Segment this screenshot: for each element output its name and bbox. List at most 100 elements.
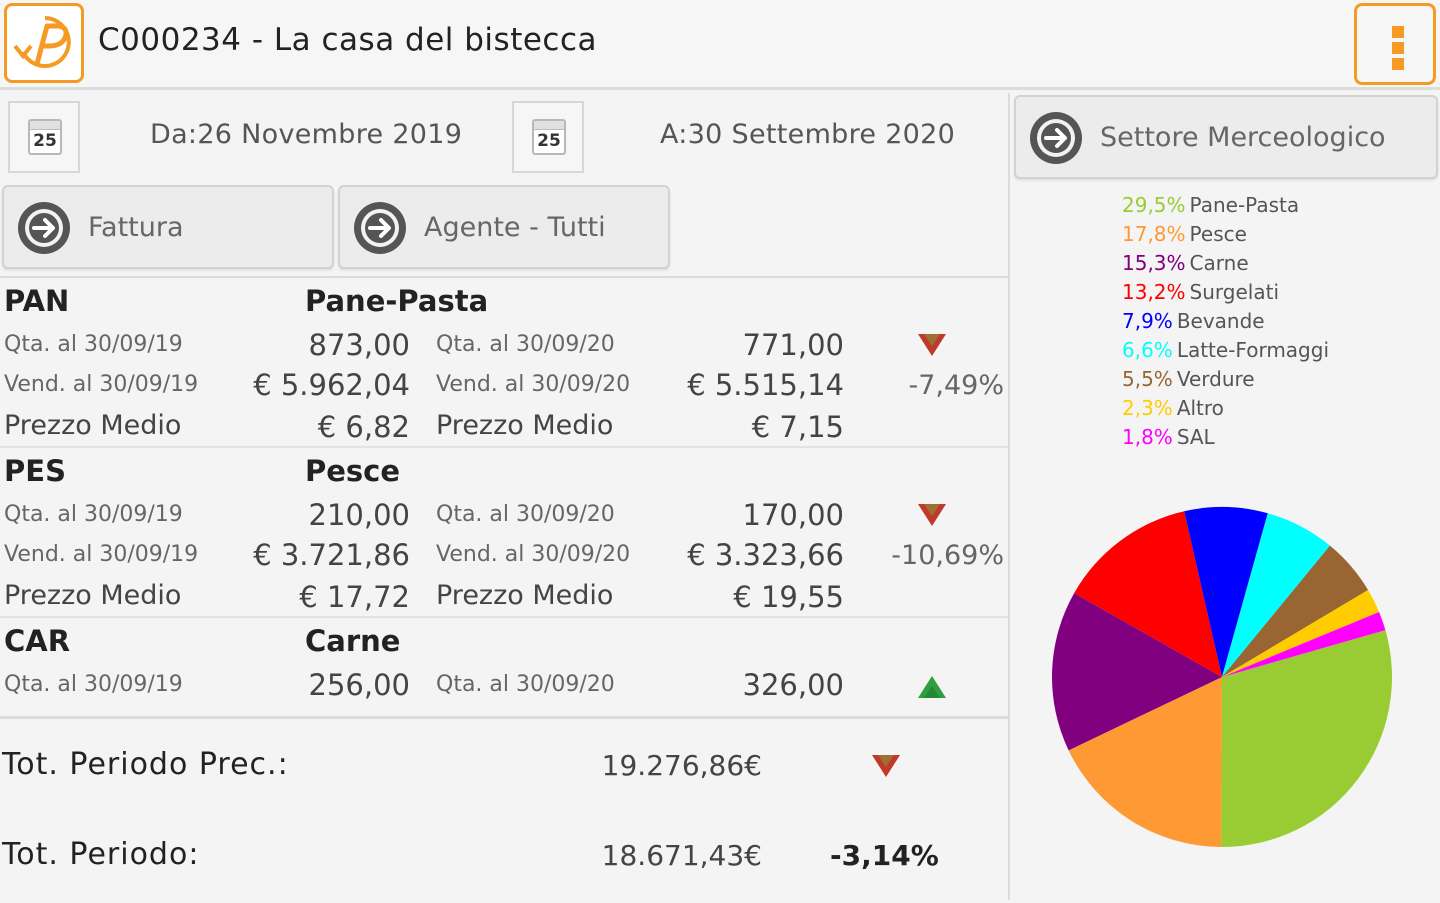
- qty-prev-value: 256,00: [308, 668, 410, 702]
- legend-item: 13,2% Surgelati: [1122, 280, 1279, 304]
- totals-panel: Tot. Periodo Prec.: 19.276,86€ Tot. Peri…: [0, 716, 1008, 903]
- menu-dot: [1392, 42, 1404, 54]
- avg-price-label: Prezzo Medio: [436, 410, 614, 441]
- avg-price-prev: € 17,72: [299, 580, 410, 614]
- sector-pie-chart: [1051, 507, 1392, 848]
- report-panel: 25 Da:26 Novembre 2019 25 A:30 Settembre…: [0, 93, 1008, 900]
- legend-label: Pesce: [1189, 222, 1247, 246]
- qty-curr-value: 326,00: [742, 668, 844, 702]
- total-prev-value: 19.276,86€: [601, 749, 762, 782]
- calendar-icon: 25: [532, 119, 566, 155]
- qty-prev-value: 210,00: [308, 498, 410, 532]
- list-item[interactable]: CAR Carne Qta. al 30/09/19 256,00 Qta. a…: [0, 618, 1008, 718]
- category-code: CAR: [4, 624, 71, 658]
- qty-curr-value: 170,00: [742, 498, 844, 532]
- trend-up-icon: [918, 676, 946, 698]
- legend-label: Pane-Pasta: [1189, 193, 1300, 217]
- trend-down-icon: [918, 504, 946, 526]
- menu-dot: [1392, 58, 1404, 70]
- app-header: C000234 - La casa del bistecca: [0, 0, 1440, 90]
- to-date-label[interactable]: A:30 Settembre 2020: [660, 119, 955, 150]
- legend-percent: 17,8%: [1122, 222, 1186, 246]
- legend-label: Surgelati: [1189, 280, 1279, 304]
- category-name: Carne: [305, 624, 401, 658]
- arrow-right-icon: [354, 202, 406, 254]
- category-code: PES: [4, 454, 66, 488]
- list-item[interactable]: PES Pesce Qta. al 30/09/19 210,00 Qta. a…: [0, 448, 1008, 618]
- qty-curr-label: Qta. al 30/09/20: [436, 502, 615, 527]
- avg-price-prev: € 6,82: [317, 410, 410, 444]
- to-date-picker-button[interactable]: 25: [512, 101, 584, 173]
- total-prev-label: Tot. Periodo Prec.:: [2, 747, 289, 782]
- total-curr-label: Tot. Periodo:: [2, 837, 200, 872]
- legend-label: Latte-Formaggi: [1176, 338, 1329, 362]
- category-list[interactable]: PAN Pane-Pasta Qta. al 30/09/19 873,00 Q…: [0, 276, 1008, 718]
- legend-item: 15,3% Carne: [1122, 251, 1249, 275]
- p-arrow-logo-icon: [13, 16, 71, 68]
- avg-price-label: Prezzo Medio: [4, 580, 182, 611]
- sales-curr-value: € 3.323,66: [687, 538, 844, 572]
- arrow-right-icon: [18, 202, 70, 254]
- document-type-button[interactable]: Fattura: [2, 185, 334, 269]
- legend-item: 1,8% SAL: [1122, 425, 1215, 449]
- qty-curr-value: 771,00: [742, 328, 844, 362]
- legend-item: 2,3% Altro: [1122, 396, 1224, 420]
- from-date-picker-button[interactable]: 25: [8, 101, 80, 173]
- sector-filter-button[interactable]: Settore Merceologico: [1014, 95, 1438, 179]
- page-title: C000234 - La casa del bistecca: [98, 22, 598, 58]
- legend-percent: 15,3%: [1122, 251, 1186, 275]
- legend-item: 29,5% Pane-Pasta: [1122, 193, 1299, 217]
- total-change-percent: -3,14%: [830, 839, 939, 872]
- calendar-header: [30, 121, 60, 130]
- avg-price-label: Prezzo Medio: [436, 580, 614, 611]
- legend-percent: 13,2%: [1122, 280, 1186, 304]
- legend-item: 5,5% Verdure: [1122, 367, 1255, 391]
- qty-prev-label: Qta. al 30/09/19: [4, 502, 183, 527]
- legend-percent: 5,5%: [1122, 367, 1173, 391]
- sales-curr-label: Vend. al 30/09/20: [436, 542, 631, 567]
- chart-panel: Settore Merceologico 29,5% Pane-Pasta 17,8…: [1008, 93, 1440, 900]
- qty-curr-label: Qta. al 30/09/20: [436, 332, 615, 357]
- category-code: PAN: [4, 284, 70, 318]
- overflow-menu-button[interactable]: [1354, 3, 1436, 85]
- sector-filter-label: Settore Merceologico: [1100, 122, 1386, 153]
- total-curr-value: 18.671,43€: [601, 839, 762, 872]
- sales-prev-value: € 3.721,86: [253, 538, 410, 572]
- avg-price-curr: € 19,55: [733, 580, 844, 614]
- agent-filter-button[interactable]: Agente - Tutti: [338, 185, 670, 269]
- legend-percent: 7,9%: [1122, 309, 1173, 333]
- legend-item: 7,9% Bevande: [1122, 309, 1265, 333]
- list-item[interactable]: PAN Pane-Pasta Qta. al 30/09/19 873,00 Q…: [0, 278, 1008, 448]
- arrow-right-icon: [1030, 112, 1082, 164]
- qty-prev-value: 873,00: [308, 328, 410, 362]
- legend-percent: 1,8%: [1122, 425, 1173, 449]
- legend-item: 17,8% Pesce: [1122, 222, 1247, 246]
- trend-down-icon: [918, 334, 946, 356]
- sales-curr-value: € 5.515,14: [687, 368, 844, 402]
- legend-label: Verdure: [1176, 367, 1255, 391]
- agent-filter-label: Agente - Tutti: [424, 212, 606, 243]
- qty-prev-label: Qta. al 30/09/19: [4, 672, 183, 697]
- from-date-label[interactable]: Da:26 Novembre 2019: [150, 119, 462, 150]
- menu-dot: [1392, 26, 1404, 38]
- category-name: Pesce: [305, 454, 401, 488]
- sales-curr-label: Vend. al 30/09/20: [436, 372, 631, 397]
- avg-price-label: Prezzo Medio: [4, 410, 182, 441]
- sales-prev-value: € 5.962,04: [253, 368, 410, 402]
- avg-price-curr: € 7,15: [751, 410, 844, 444]
- change-percent: -10,69%: [891, 540, 1004, 571]
- calendar-day: 25: [33, 131, 57, 151]
- legend-item: 6,6% Latte-Formaggi: [1122, 338, 1329, 362]
- calendar-header: [534, 121, 564, 130]
- document-type-label: Fattura: [88, 212, 184, 243]
- qty-curr-label: Qta. al 30/09/20: [436, 672, 615, 697]
- legend-percent: 2,3%: [1122, 396, 1173, 420]
- legend-label: Carne: [1189, 251, 1249, 275]
- sales-prev-label: Vend. al 30/09/19: [4, 372, 199, 397]
- legend-label: SAL: [1176, 425, 1215, 449]
- trend-down-icon: [872, 755, 900, 777]
- calendar-day: 25: [537, 131, 561, 151]
- app-logo-button[interactable]: [4, 3, 84, 83]
- legend-percent: 29,5%: [1122, 193, 1186, 217]
- legend-label: Altro: [1176, 396, 1224, 420]
